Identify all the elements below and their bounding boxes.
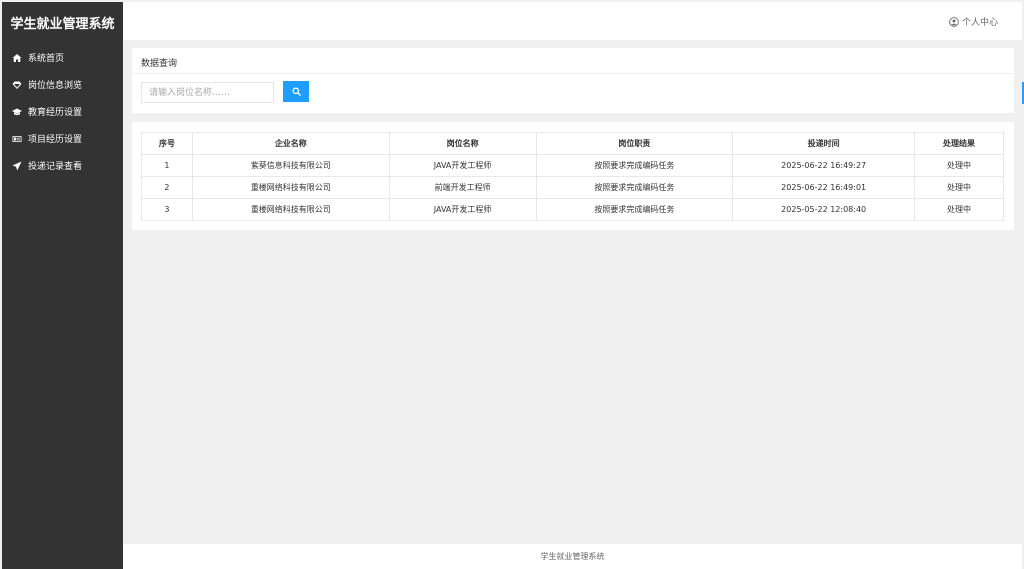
table-row[interactable]: 1 紫葵信息科技有限公司 JAVA开发工程师 按照要求完成编码任务 2025-0…	[141, 154, 1004, 177]
table-header-row: 序号 企业名称 岗位名称 岗位职责 投递时间 处理结果	[141, 132, 1004, 155]
cell-duty: 按照要求完成编码任务	[535, 154, 734, 177]
cell-time: 2025-06-22 16:49:01	[732, 176, 916, 199]
sidebar-item-delivery-records[interactable]: 投递记录查看	[2, 152, 123, 179]
search-button[interactable]	[283, 81, 309, 102]
user-center-label: 个人中心	[961, 18, 998, 28]
user-center-link[interactable]: 个人中心	[949, 15, 998, 28]
table-row[interactable]: 3 重楼网络科技有限公司 JAVA开发工程师 按照要求完成编码任务 2025-0…	[141, 198, 1004, 221]
column-header: 岗位名称	[388, 132, 537, 155]
cell-job: JAVA开发工程师	[388, 154, 537, 177]
graduation-cap-icon	[11, 106, 23, 118]
cell-time: 2025-06-22 16:49:27	[732, 154, 916, 177]
sidebar-item-label: 系统首页	[28, 54, 65, 64]
cell-company: 重楼网络科技有限公司	[191, 198, 390, 221]
app-title: 学生就业管理系统	[10, 16, 115, 32]
sidebar-item-education[interactable]: 教育经历设置	[2, 98, 123, 125]
sidebar-menu: 系统首页 岗位信息浏览 教育经历设置 项目经历设置 投递记录查看	[2, 42, 123, 179]
footer: 学生就业管理系统	[123, 544, 1022, 569]
delivery-records-table: 序号 企业名称 岗位名称 岗位职责 投递时间 处理结果 1 紫葵信息科技有限公司…	[141, 132, 1004, 221]
divider	[132, 73, 1014, 74]
column-header: 处理结果	[914, 132, 1004, 155]
table-row[interactable]: 2 重楼网络科技有限公司 前端开发工程师 按照要求完成编码任务 2025-06-…	[141, 176, 1004, 199]
search-icon	[291, 87, 301, 96]
cell-index: 3	[141, 198, 193, 221]
cell-result: 处理中	[914, 154, 1004, 177]
cell-result: 处理中	[914, 176, 1004, 199]
job-name-search-input[interactable]	[141, 82, 274, 103]
cell-job: 前端开发工程师	[388, 176, 537, 199]
top-header: 个人中心	[123, 2, 1022, 40]
footer-text: 学生就业管理系统	[540, 552, 605, 561]
sidebar-item-label: 投递记录查看	[28, 162, 83, 172]
sidebar-item-home[interactable]: 系统首页	[2, 44, 123, 71]
id-card-icon	[11, 133, 23, 145]
cell-index: 2	[141, 176, 193, 199]
cell-job: JAVA开发工程师	[388, 198, 537, 221]
cell-duty: 按照要求完成编码任务	[535, 198, 734, 221]
search-panel: 数据查询	[132, 48, 1014, 113]
diamond-icon	[11, 79, 23, 91]
column-header: 企业名称	[191, 132, 390, 155]
records-panel: 序号 企业名称 岗位名称 岗位职责 投递时间 处理结果 1 紫葵信息科技有限公司…	[132, 122, 1014, 230]
sidebar-item-label: 岗位信息浏览	[28, 81, 83, 91]
cell-duty: 按照要求完成编码任务	[535, 176, 734, 199]
sidebar-item-project[interactable]: 项目经历设置	[2, 125, 123, 152]
cell-index: 1	[141, 154, 193, 177]
sidebar-item-job-browse[interactable]: 岗位信息浏览	[2, 71, 123, 98]
cell-time: 2025-05-22 12:08:40	[732, 198, 916, 221]
column-header: 序号	[141, 132, 193, 155]
sidebar: 学生就业管理系统 系统首页 岗位信息浏览 教育经历设置 项目经历设置 投递记录查…	[2, 2, 123, 569]
home-icon	[11, 52, 23, 64]
column-header: 投递时间	[732, 132, 916, 155]
cell-result: 处理中	[914, 198, 1004, 221]
cell-company: 紫葵信息科技有限公司	[191, 154, 390, 177]
cell-company: 重楼网络科技有限公司	[191, 176, 390, 199]
sidebar-item-label: 教育经历设置	[28, 108, 83, 118]
send-icon	[11, 160, 23, 172]
user-circle-icon	[949, 16, 959, 27]
column-header: 岗位职责	[535, 132, 734, 155]
sidebar-item-label: 项目经历设置	[28, 135, 83, 145]
search-panel-title: 数据查询	[141, 59, 178, 69]
